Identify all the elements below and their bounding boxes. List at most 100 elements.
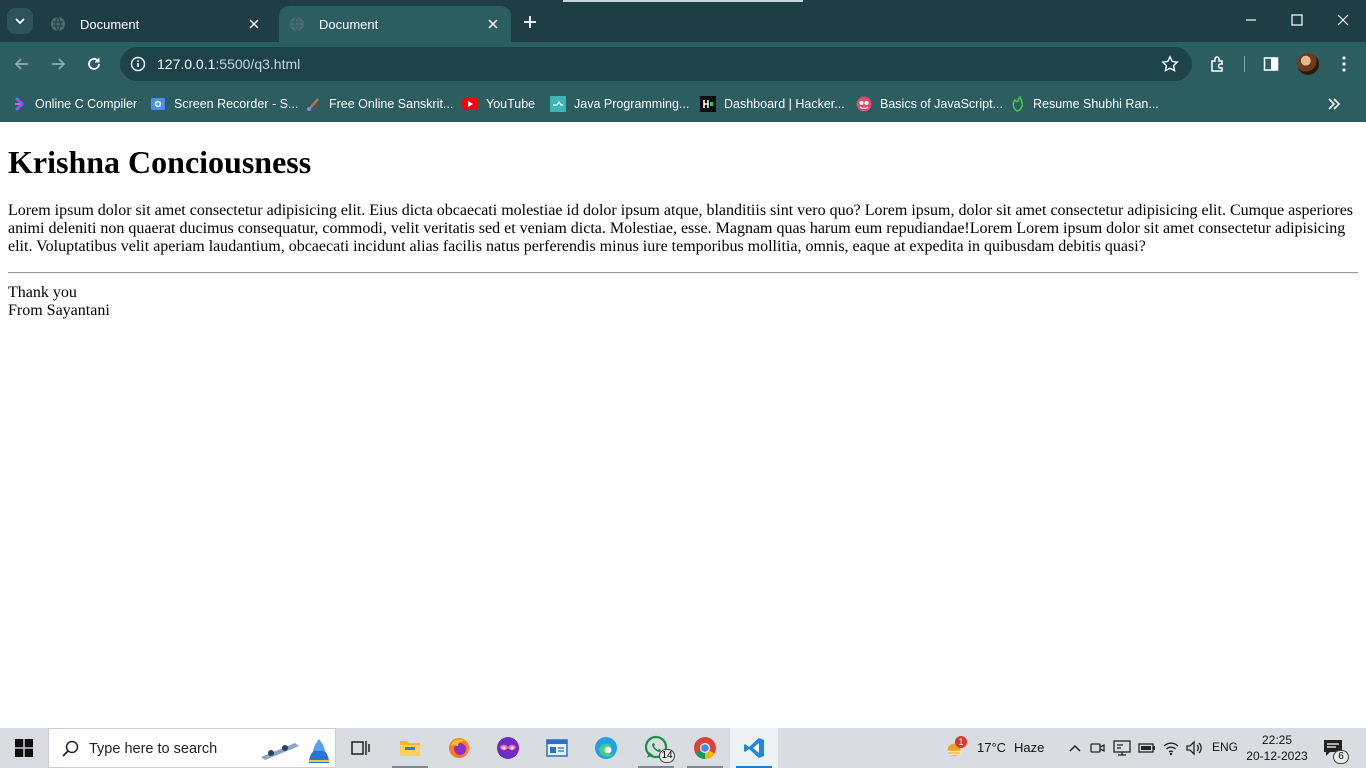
minimize-icon (1246, 19, 1256, 21)
weather-alert-badge: 1 (955, 736, 967, 748)
taskbar-task-view[interactable] (336, 728, 384, 768)
battery-icon[interactable] (1137, 738, 1157, 758)
maximize-button[interactable] (1274, 0, 1320, 40)
hackerrank-icon (700, 96, 716, 112)
bookmark-label: Java Programming... (574, 97, 690, 111)
volume-icon[interactable] (1184, 738, 1204, 758)
weather-condition-text[interactable]: Haze (1014, 740, 1044, 755)
page-heading: Krishna Conciousness (8, 144, 312, 180)
taskbar-app-window[interactable] (533, 728, 581, 768)
address-bar[interactable]: 127.0.0.1:5500/q3.html (120, 47, 1192, 81)
wifi-icon[interactable] (1161, 738, 1181, 758)
taskbar-edge[interactable] (582, 728, 630, 768)
window-drag-indicator (563, 0, 803, 2)
notification-count-badge: 6 (1333, 750, 1349, 764)
minimize-button[interactable] (1228, 0, 1274, 40)
close-window-button[interactable] (1320, 0, 1366, 40)
mask-app-icon (497, 737, 519, 759)
windows-logo-icon (15, 739, 33, 757)
globe-icon (50, 16, 66, 32)
side-panel-icon[interactable] (1260, 53, 1282, 75)
bookmark-label: Free Online Sanskrit... (329, 97, 454, 111)
resume-icon (1009, 96, 1025, 112)
bookmark-sanskrit[interactable]: Free Online Sanskrit... (305, 93, 453, 115)
thank-you-text: Thank you (8, 284, 77, 301)
taskbar-search-box[interactable]: Type here to search (48, 728, 336, 768)
app-window-icon (546, 739, 568, 757)
page-paragraph: Lorem ipsum dolor sit amet consectetur a… (8, 202, 1354, 255)
chevron-down-icon (15, 18, 25, 25)
bookmark-online-c-compiler[interactable]: Online C Compiler (11, 93, 137, 115)
horizontal-rule (8, 272, 1358, 274)
temperature-text[interactable]: 17°C (977, 740, 1006, 755)
screen-recorder-icon (150, 96, 166, 112)
show-hidden-icons-chevron-up-icon[interactable] (1065, 738, 1085, 758)
tab-title: Document (80, 16, 140, 32)
double-chevron-right-icon (1328, 98, 1340, 110)
bookmark-hackerrank-dashboard[interactable]: Dashboard | Hacker... (700, 93, 845, 115)
taskbar-firefox[interactable] (435, 728, 483, 768)
news-monitor-icon[interactable] (1112, 738, 1132, 758)
url-path: :5500/q3.html (215, 56, 301, 72)
bookmark-basics-of-javascript[interactable]: Basics of JavaScript... (856, 93, 1003, 115)
back-button[interactable] (9, 51, 35, 77)
windows-taskbar: Type here to search 14 1 17°C Haze ENG 2… (0, 728, 1366, 768)
javascript-course-icon (856, 96, 872, 112)
bookmark-label: Online C Compiler (35, 97, 138, 111)
youtube-icon (462, 96, 478, 112)
menu-kebab-icon[interactable] (1333, 53, 1355, 75)
more-bookmarks-button[interactable] (1323, 93, 1345, 115)
tab-search-button[interactable] (7, 8, 33, 34)
extensions-icon[interactable] (1207, 53, 1229, 75)
search-icon (62, 740, 79, 757)
arrow-left-icon (14, 58, 28, 70)
web-page-content: Krishna Conciousness Lorem ipsum dolor s… (8, 122, 1358, 320)
search-placeholder: Type here to search (89, 741, 218, 757)
bookmark-label: YouTube (486, 97, 536, 111)
taskbar-app-mask[interactable] (484, 728, 532, 768)
tab-document-2[interactable]: Document (279, 6, 511, 42)
bookmark-resume[interactable]: Resume Shubhi Ran... (1009, 93, 1159, 115)
tab-document-1[interactable]: Document (40, 6, 272, 42)
taskbar-chrome[interactable] (681, 728, 729, 768)
bookmark-star-icon[interactable] (1160, 54, 1180, 74)
system-clock[interactable]: 22:25 20-12-2023 (1246, 732, 1308, 764)
taskbar-whatsapp[interactable]: 14 (632, 728, 680, 768)
bookmark-label: Resume Shubhi Ran... (1033, 97, 1159, 111)
maximize-icon (1291, 14, 1303, 26)
firefox-icon (449, 738, 469, 758)
input-language-indicator[interactable]: ENG (1212, 740, 1238, 754)
close-tab-icon[interactable] (483, 14, 503, 34)
url-text[interactable]: 127.0.0.1:5500/q3.html (157, 56, 300, 72)
close-tab-icon[interactable] (244, 14, 264, 34)
globe-icon (289, 16, 305, 32)
new-tab-button[interactable] (519, 11, 541, 33)
bookmark-java-programming[interactable]: Java Programming... (550, 93, 689, 115)
start-button[interactable] (0, 728, 48, 768)
bookmark-youtube[interactable]: YouTube (462, 93, 535, 115)
search-highlight-illustration (261, 739, 329, 763)
sanskrit-icon (305, 96, 321, 112)
taskbar-file-explorer[interactable] (386, 728, 434, 768)
compiler-icon (11, 96, 27, 112)
notification-badge: 14 (659, 749, 675, 763)
clock-time: 22:25 (1261, 733, 1293, 747)
profile-avatar[interactable] (1297, 53, 1319, 75)
java-icon (550, 96, 566, 112)
task-view-icon (351, 741, 370, 755)
reload-button[interactable] (81, 51, 107, 77)
vscode-icon (744, 738, 764, 758)
bookmark-screen-recorder[interactable]: Screen Recorder - S... (150, 93, 298, 115)
forward-button[interactable] (45, 51, 71, 77)
plus-icon (524, 16, 536, 28)
bookmark-label: Basics of JavaScript... (880, 97, 1003, 111)
taskbar-vscode[interactable] (730, 728, 778, 768)
arrow-right-icon (52, 58, 66, 70)
signature-text: From Sayantani (8, 302, 110, 319)
browser-tab-strip: Document Document (0, 0, 1366, 42)
bookmark-label: Screen Recorder - S... (174, 97, 299, 111)
site-info-icon[interactable] (126, 52, 150, 76)
chrome-icon (694, 737, 716, 759)
meet-now-icon[interactable] (1088, 738, 1108, 758)
url-host: 127.0.0.1 (157, 56, 216, 72)
